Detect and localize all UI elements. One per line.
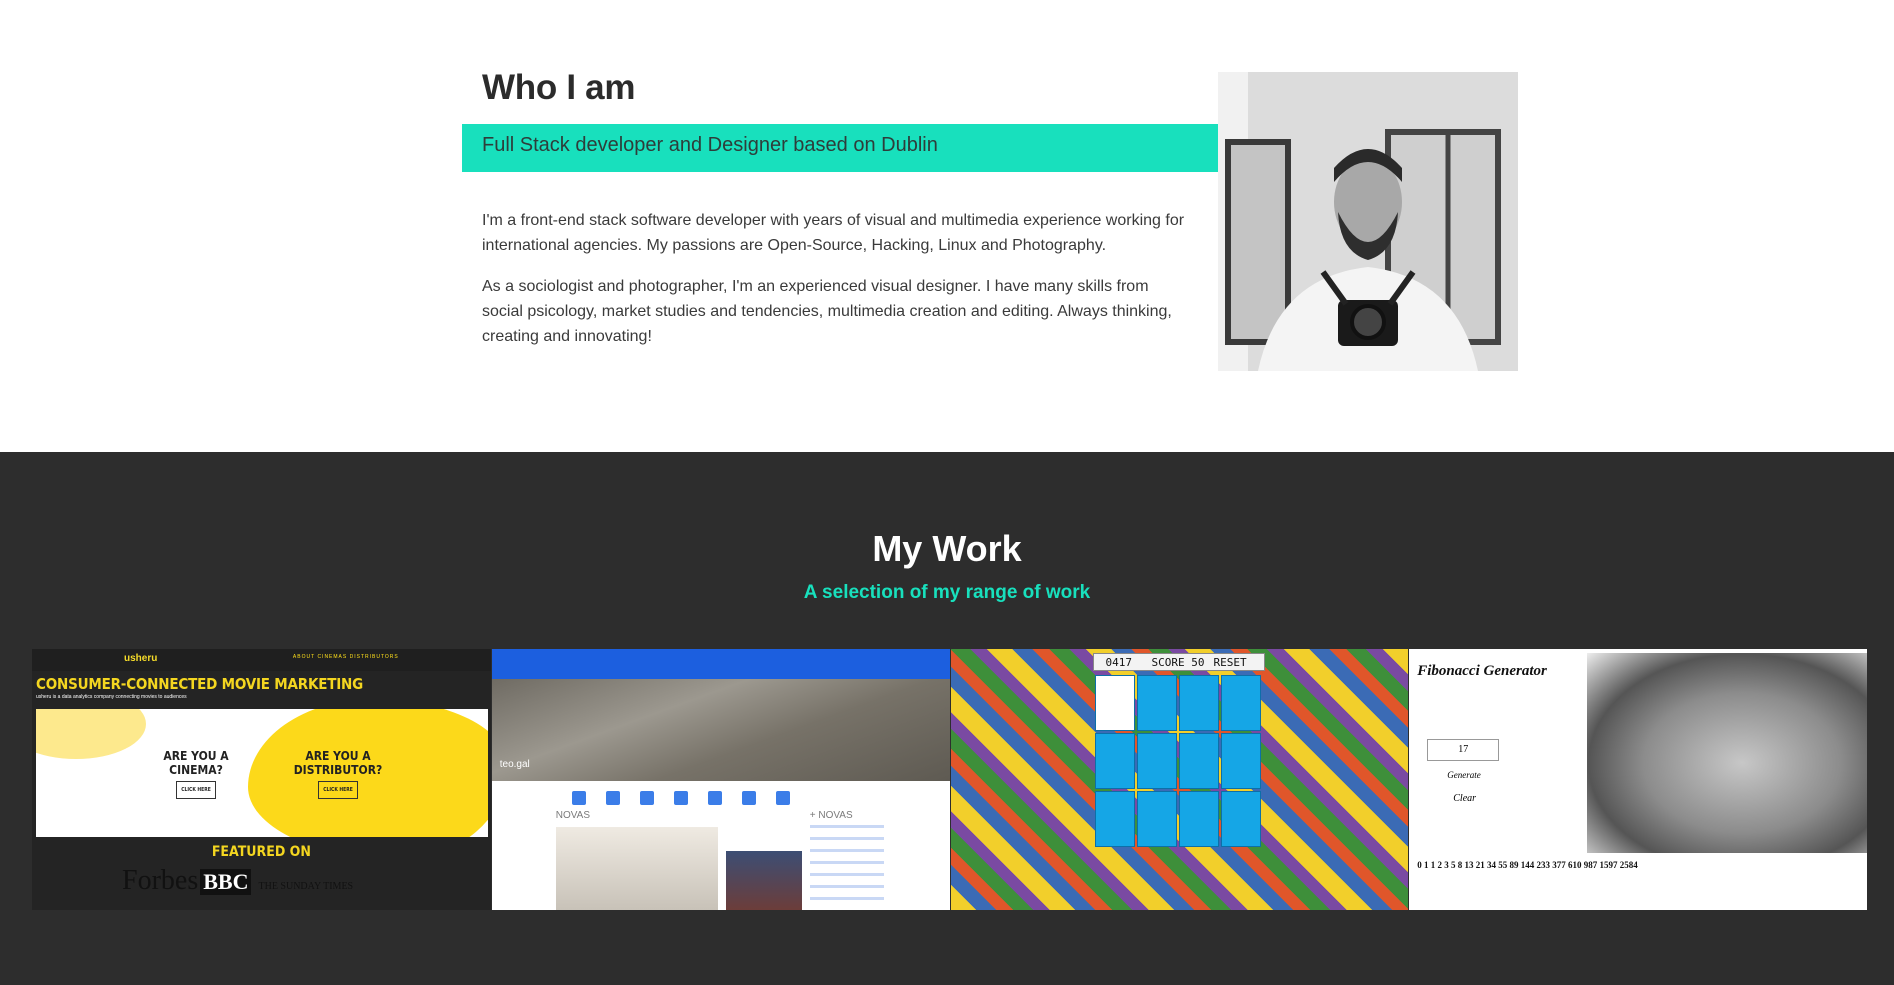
project-usheru-navbar: usheru ABOUT CINEMAS DISTRIBUTORS	[32, 649, 491, 671]
book-icon	[673, 791, 688, 805]
project-tile-fibonacci[interactable]: Fibonacci Generator 17 Generate Clear 0 …	[1408, 649, 1867, 910]
work-subtitle: A selection of my range of work	[803, 582, 1091, 603]
usheru-headline: CONSUMER-CONNECTED MOVIE MARKETING	[36, 675, 364, 693]
teo-gal-news-list	[809, 825, 884, 909]
press-logo-forbes: Forbes	[122, 865, 199, 896]
usheru-cinema-button: CLICK HERE	[176, 781, 216, 799]
about-tagline-band: Full Stack developer and Designer based …	[462, 124, 1218, 172]
memory-card	[1094, 791, 1135, 847]
memory-game-timer: 0417	[1105, 656, 1133, 669]
project-tile-memory-game[interactable]: 0417 SCORE 50 RESET	[949, 649, 1409, 910]
teo-gal-hero-title: teo.gal	[499, 759, 530, 770]
usheru-hero-card: ARE YOU A CINEMA? CLICK HERE ARE YOU A D…	[36, 709, 488, 837]
memory-card	[1136, 733, 1177, 789]
usheru-distributor-button: CLICK HERE	[318, 781, 358, 799]
about-tagline: Full Stack developer and Designer based …	[482, 134, 938, 156]
memory-game-toolbar: 0417 SCORE 50 RESET	[1092, 653, 1265, 671]
work-title: My Work	[872, 528, 1022, 569]
about-section: Who I am Full Stack developer and Design…	[0, 0, 1894, 452]
memory-card	[1136, 791, 1177, 847]
usheru-featured-label: FEATURED ON	[211, 844, 311, 860]
fibonacci-title: Fibonacci Generator	[1417, 663, 1547, 679]
project-grid: usheru ABOUT CINEMAS DISTRIBUTORS CONSUM…	[32, 649, 1867, 910]
usheru-press-logos: Forbes BBC THE SUNDAY TIMES	[122, 865, 353, 897]
fibonacci-input: 17	[1427, 739, 1500, 761]
usheru-distributor-cta: ARE YOU A DISTRIBUTOR? CLICK HERE	[288, 749, 388, 799]
about-text: I'm a front-end stack software developer…	[482, 208, 1192, 349]
teo-gal-news-photo	[555, 827, 718, 910]
memory-card	[1094, 675, 1135, 731]
memory-game-board	[1094, 675, 1265, 847]
search-icon	[605, 791, 620, 805]
memory-game-reset-button: RESET	[1213, 656, 1247, 669]
building-icon	[707, 791, 722, 805]
memory-card	[1178, 791, 1219, 847]
teo-gal-news-heading: NOVAS	[555, 810, 591, 821]
usheru-menu: ABOUT CINEMAS DISTRIBUTORS	[292, 654, 399, 660]
usheru-cinema-cta: ARE YOU A CINEMA? CLICK HERE	[146, 749, 246, 799]
memory-card	[1094, 733, 1135, 789]
fibonacci-sequence: 0 1 1 2 3 5 8 13 21 34 55 89 144 233 377…	[1417, 860, 1638, 870]
fibonacci-generate-button: Generate	[1447, 770, 1481, 780]
memory-card	[1136, 675, 1177, 731]
about-paragraph: I'm a front-end stack software developer…	[482, 212, 1185, 254]
work-section: My Work A selection of my range of work …	[0, 452, 1894, 985]
project-tile-usheru[interactable]: usheru ABOUT CINEMAS DISTRIBUTORS CONSUM…	[32, 649, 491, 910]
memory-card	[1178, 733, 1219, 789]
profile-photo	[1218, 72, 1518, 371]
profile-photo-illustration	[1218, 72, 1518, 371]
teo-gal-news-photo-small	[725, 851, 802, 910]
teo-gal-more-news-heading: + NOVAS	[809, 810, 853, 821]
bus-icon	[775, 791, 790, 805]
water-drop-icon	[741, 791, 756, 805]
memory-card	[1178, 675, 1219, 731]
press-logo-bbc: BBC	[200, 869, 252, 895]
press-logo-sunday-times: THE SUNDAY TIMES	[258, 881, 354, 892]
teo-gal-service-icons	[571, 791, 790, 805]
usheru-logo: usheru	[124, 653, 158, 664]
monitor-icon	[639, 791, 654, 805]
project-tile-teo-gal[interactable]: teo.gal NOVAS + NOVAS	[490, 649, 950, 910]
fibonacci-portrait	[1587, 653, 1867, 853]
crop-icon	[571, 791, 586, 805]
usheru-tagline: usheru is a data analytics company conne…	[36, 694, 187, 700]
teo-gal-hero-image: teo.gal	[491, 679, 950, 781]
memory-card	[1220, 675, 1261, 731]
memory-game-score: SCORE 50	[1151, 656, 1205, 669]
teo-gal-navbar	[491, 649, 950, 679]
memory-card	[1220, 791, 1261, 847]
about-title: Who I am	[482, 68, 636, 107]
fibonacci-clear-button: Clear	[1453, 793, 1477, 804]
about-paragraph: As a sociologist and photographer, I'm a…	[482, 278, 1172, 345]
memory-card	[1220, 733, 1261, 789]
